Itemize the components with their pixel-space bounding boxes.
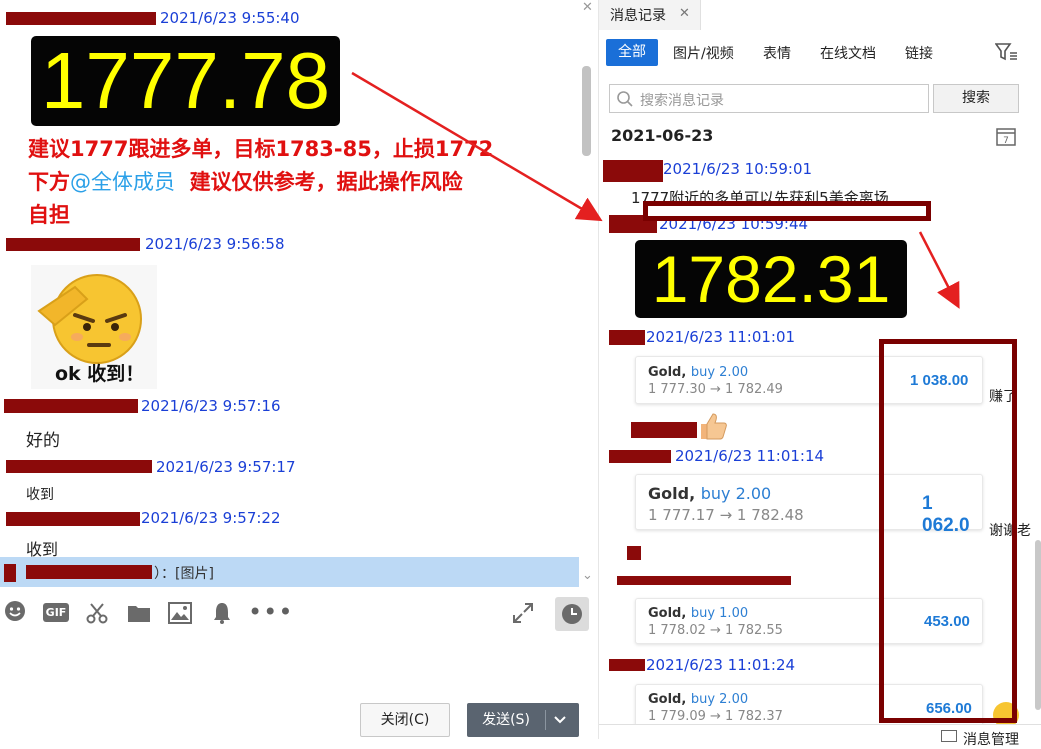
arrow-to-profits (918, 231, 960, 309)
annotation-arrows (351, 71, 960, 309)
arrow-to-price (351, 71, 603, 222)
